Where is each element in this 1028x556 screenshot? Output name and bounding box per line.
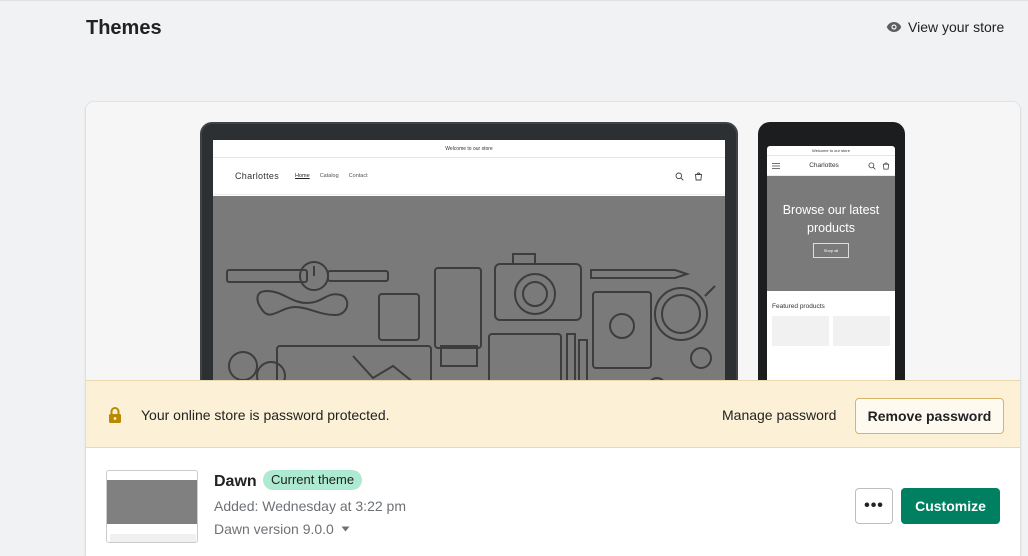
top-border <box>0 0 1028 1</box>
mobile-product-card <box>772 316 829 346</box>
customize-button[interactable]: Customize <box>901 488 1000 524</box>
mobile-hero-button: Shop all <box>812 243 850 259</box>
cart-icon <box>694 172 703 180</box>
current-theme-row: Dawn Current theme Added: Wednesday at 3… <box>86 448 1020 556</box>
desktop-nav-contact: Contact <box>348 173 368 179</box>
mobile-screen: Welcome to our store Charlottes Browse o… <box>767 146 895 400</box>
desktop-nav-catalog: Catalog <box>319 173 339 179</box>
theme-version-dropdown[interactable]: Dawn version 9.0.0 <box>214 521 350 537</box>
eye-icon <box>886 21 902 33</box>
desktop-store-header: Charlottes Home Catalog Contact <box>213 158 725 195</box>
theme-added-date: Added: Wednesday at 3:22 pm <box>214 498 406 514</box>
mobile-store-header: Charlottes <box>767 156 895 176</box>
theme-name: Dawn <box>214 473 257 490</box>
desktop-hero-image <box>213 196 725 402</box>
mobile-hero: Browse our latest products Shop all <box>767 176 895 291</box>
thumbnail-hero <box>107 480 197 524</box>
mobile-product-grid <box>767 310 895 346</box>
desktop-preview: Welcome to our store Charlottes Home Cat… <box>200 122 738 402</box>
page-title: Themes <box>86 17 162 39</box>
theme-version-label: Dawn version 9.0.0 <box>214 521 334 537</box>
theme-preview[interactable]: Welcome to our store Charlottes Home Cat… <box>86 102 1020 402</box>
mobile-product-card <box>833 316 890 346</box>
cart-icon <box>882 162 890 170</box>
lock-icon <box>108 407 122 428</box>
password-banner: Your online store is password protected.… <box>86 380 1020 448</box>
current-theme-badge: Current theme <box>263 470 363 490</box>
mobile-featured-label: Featured products <box>772 303 825 310</box>
mobile-hero-title: Browse our latest products <box>782 202 880 235</box>
thumbnail-grid <box>110 534 196 542</box>
more-actions-button[interactable]: ••• <box>855 488 893 524</box>
remove-password-button[interactable]: Remove password <box>855 398 1004 434</box>
mobile-store-name: Charlottes <box>809 162 839 169</box>
search-icon <box>868 161 876 170</box>
view-store-label: View your store <box>908 19 1005 35</box>
desktop-store-nav: Home Catalog Contact <box>295 173 368 179</box>
search-icon <box>675 172 684 181</box>
view-store-link[interactable]: View your store <box>886 19 1004 35</box>
mobile-announcement: Welcome to our store <box>767 146 895 156</box>
more-horizontal-icon: ••• <box>864 497 884 514</box>
manage-password-link[interactable]: Manage password <box>722 407 836 423</box>
menu-icon <box>772 162 780 169</box>
theme-thumbnail <box>106 470 198 543</box>
caret-down-icon <box>341 526 350 532</box>
desktop-screen: Welcome to our store Charlottes Home Cat… <box>213 140 725 402</box>
desktop-nav-home: Home <box>295 173 310 179</box>
desktop-store-name: Charlottes <box>235 171 280 181</box>
desktop-header-icons <box>675 172 703 181</box>
mobile-preview: Welcome to our store Charlottes Browse o… <box>758 122 905 402</box>
theme-card: Welcome to our store Charlottes Home Cat… <box>86 102 1020 556</box>
desktop-announcement: Welcome to our store <box>213 140 725 158</box>
banner-message: Your online store is password protected. <box>141 407 390 423</box>
